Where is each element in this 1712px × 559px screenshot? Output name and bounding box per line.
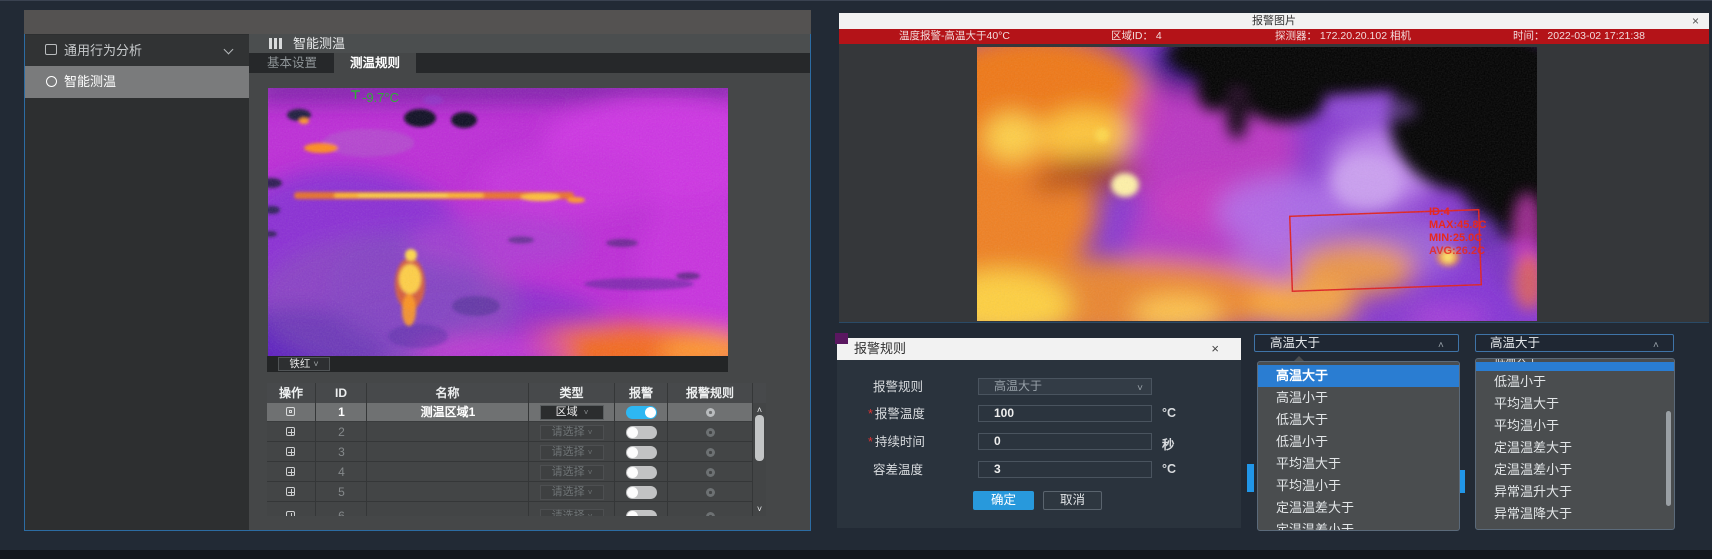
svg-text:AVG:26.2C: AVG:26.2C — [1429, 245, 1485, 257]
svg-text:ID:4: ID:4 — [1429, 206, 1451, 218]
svg-text:MIN:25.0C: MIN:25.0C — [1429, 232, 1482, 244]
svg-text:-9.7°C: -9.7°C — [362, 90, 399, 105]
svg-text:MAX:45.8C: MAX:45.8C — [1429, 219, 1487, 231]
